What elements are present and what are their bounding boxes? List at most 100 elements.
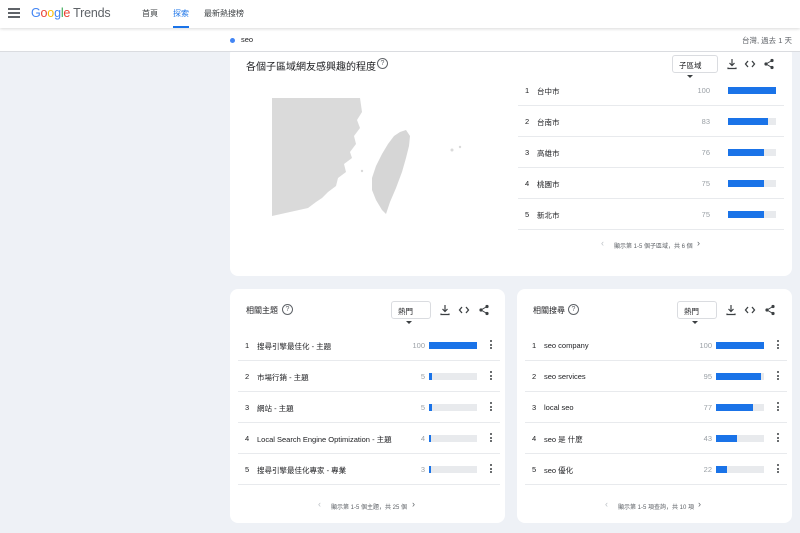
value-bar-fill xyxy=(716,435,737,442)
value-bar xyxy=(716,466,764,473)
list-item[interactable]: 2 seo services 95 xyxy=(525,362,787,392)
mainland-coast-region xyxy=(272,98,362,216)
value-bar-fill xyxy=(728,87,776,94)
taiwan-region-map[interactable] xyxy=(272,98,472,218)
share-icon[interactable] xyxy=(763,58,775,70)
value-bar xyxy=(728,149,776,156)
pagination-label: 顯示第 1-5 個子區域，共 6 個 xyxy=(614,244,693,250)
help-icon[interactable]: ? xyxy=(377,58,388,69)
google-trends-logo[interactable]: Google Trends xyxy=(31,6,111,20)
more-options-icon[interactable] xyxy=(776,433,780,444)
pagination-label: 顯示第 1-5 項查詢，共 10 項 xyxy=(618,505,695,511)
search-term-color-dot xyxy=(230,38,235,43)
islet xyxy=(338,160,342,164)
download-icon[interactable] xyxy=(725,304,737,316)
download-icon[interactable] xyxy=(726,58,738,70)
location-time-scope[interactable]: 台灣, 過去 1 天 xyxy=(742,35,792,46)
islet xyxy=(450,148,454,152)
share-icon[interactable] xyxy=(478,304,490,316)
value-bar-fill xyxy=(429,466,431,473)
islet xyxy=(360,169,364,173)
more-options-icon[interactable] xyxy=(776,340,780,351)
list-item[interactable]: 4 Local Search Engine Optimization - 主題 … xyxy=(238,424,500,454)
value-bar xyxy=(716,373,764,380)
more-options-icon[interactable] xyxy=(489,371,493,382)
value-bar xyxy=(716,404,764,411)
embed-code-icon[interactable] xyxy=(744,58,756,70)
value-bar xyxy=(429,342,477,349)
sort-dropdown[interactable]: 熱門 xyxy=(677,301,717,324)
tab-trending-now[interactable]: 最新熱搜榜 xyxy=(204,8,244,28)
region-interest-card: 各個子區域網友感興趣的程度 ? 子區域 1 台中市 100 2 台南市 83 3… xyxy=(230,46,792,276)
next-page-icon[interactable]: › xyxy=(698,499,701,509)
list-item[interactable]: 3 高雄市 76 xyxy=(518,138,784,168)
value-bar xyxy=(429,466,477,473)
value-bar xyxy=(429,435,477,442)
value-bar xyxy=(728,180,776,187)
value-bar-fill xyxy=(716,373,761,380)
list-item[interactable]: 1 seo company 100 xyxy=(525,331,787,361)
search-term[interactable]: seo xyxy=(241,35,253,44)
value-bar-fill xyxy=(728,149,764,156)
prev-page-icon[interactable]: ‹ xyxy=(605,499,608,509)
value-bar-fill xyxy=(429,435,431,442)
list-item[interactable]: 1 台中市 100 xyxy=(518,76,784,106)
pagination-label: 顯示第 1-5 個主題，共 25 個 xyxy=(331,505,408,511)
value-bar-fill xyxy=(716,466,727,473)
card-title: 相關主題 xyxy=(246,306,278,315)
value-bar xyxy=(728,118,776,125)
list-item[interactable]: 1 搜尋引擎最佳化 - 主題 100 xyxy=(238,331,500,361)
hamburger-menu-icon[interactable] xyxy=(8,8,20,18)
next-page-icon[interactable]: › xyxy=(412,499,415,509)
list-item[interactable]: 5 seo 優化 22 xyxy=(525,455,787,485)
value-bar-fill xyxy=(429,404,432,411)
tab-explore[interactable]: 探索 xyxy=(173,8,189,28)
more-options-icon[interactable] xyxy=(489,464,493,475)
list-item[interactable]: 4 seo 是 什麼 43 xyxy=(525,424,787,454)
list-item[interactable]: 5 新北市 75 xyxy=(518,200,784,230)
value-bar-fill xyxy=(728,180,764,187)
value-bar xyxy=(728,87,776,94)
value-bar-fill xyxy=(716,404,753,411)
card-title: 各個子區域網友感興趣的程度 xyxy=(246,62,376,73)
more-options-icon[interactable] xyxy=(776,371,780,382)
related-topics-card: 相關主題 ? 熱門 1 搜尋引擎最佳化 - 主題 100 2 市場行銷 - 主題… xyxy=(230,289,505,523)
value-bar xyxy=(716,435,764,442)
help-icon[interactable]: ? xyxy=(568,304,579,315)
prev-page-icon[interactable]: ‹ xyxy=(318,499,321,509)
prev-page-icon[interactable]: ‹ xyxy=(601,238,604,248)
share-icon[interactable] xyxy=(764,304,776,316)
tab-home[interactable]: 首頁 xyxy=(142,8,158,28)
sort-dropdown[interactable]: 熱門 xyxy=(391,301,431,324)
islet xyxy=(341,167,343,169)
value-bar-fill xyxy=(728,211,764,218)
value-bar xyxy=(716,342,764,349)
value-bar-fill xyxy=(728,118,768,125)
taiwan-island xyxy=(372,130,410,214)
islet xyxy=(458,145,462,149)
more-options-icon[interactable] xyxy=(489,402,493,413)
more-options-icon[interactable] xyxy=(489,433,493,444)
help-icon[interactable]: ? xyxy=(282,304,293,315)
more-options-icon[interactable] xyxy=(489,340,493,351)
download-icon[interactable] xyxy=(439,304,451,316)
more-options-icon[interactable] xyxy=(776,464,780,475)
list-item[interactable]: 2 台南市 83 xyxy=(518,107,784,137)
value-bar xyxy=(728,211,776,218)
list-item[interactable]: 5 搜尋引擎最佳化專家 - 專業 3 xyxy=(238,455,500,485)
list-item[interactable]: 4 桃園市 75 xyxy=(518,169,784,199)
embed-code-icon[interactable] xyxy=(744,304,756,316)
list-item[interactable]: 3 網站 - 主題 5 xyxy=(238,393,500,423)
value-bar-fill xyxy=(429,342,477,349)
card-title: 相關搜尋 xyxy=(533,306,565,315)
next-page-icon[interactable]: › xyxy=(697,238,700,248)
list-item[interactable]: 2 市場行銷 - 主題 5 xyxy=(238,362,500,392)
resolution-dropdown[interactable]: 子區域 xyxy=(672,55,718,78)
more-options-icon[interactable] xyxy=(776,402,780,413)
embed-code-icon[interactable] xyxy=(458,304,470,316)
comparison-strip: seo 台灣, 過去 1 天 xyxy=(0,28,800,52)
list-item[interactable]: 3 local seo 77 xyxy=(525,393,787,423)
related-queries-card: 相關搜尋 ? 熱門 1 seo company 100 2 seo servic… xyxy=(517,289,792,523)
top-app-bar: Google Trends 首頁 探索 最新熱搜榜 xyxy=(0,0,800,28)
value-bar-fill xyxy=(716,342,764,349)
